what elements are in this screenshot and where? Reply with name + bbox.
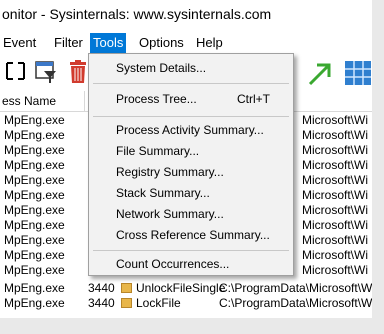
menu-item-process-tree[interactable]: Process Tree... Ctrl+T bbox=[89, 89, 293, 109]
highlight-filter-icon[interactable] bbox=[33, 59, 59, 85]
menu-item-file-summary[interactable]: File Summary... bbox=[89, 141, 293, 161]
menu-item-system-details[interactable]: System Details... bbox=[89, 58, 293, 78]
menu-separator bbox=[93, 116, 289, 117]
shortcut-label: Ctrl+T bbox=[237, 92, 270, 106]
capture-bracket-icon[interactable] bbox=[4, 59, 26, 83]
torn-edge-right bbox=[372, 0, 384, 334]
menu-bar: Event Filter Tools Options Help bbox=[0, 33, 372, 53]
menu-help[interactable]: Help bbox=[193, 33, 226, 53]
column-divider[interactable] bbox=[84, 91, 85, 111]
column-header-process-name[interactable]: ess Name bbox=[2, 94, 56, 108]
table-row[interactable]: MpEng.exe 3440 LockFile C:\ProgramData\M… bbox=[0, 296, 372, 311]
menu-filter[interactable]: Filter bbox=[51, 33, 86, 53]
menu-item-process-activity-summary[interactable]: Process Activity Summary... bbox=[89, 120, 293, 140]
torn-edge-bottom bbox=[0, 318, 384, 334]
filesystem-icon bbox=[121, 298, 132, 308]
menu-item-stack-summary[interactable]: Stack Summary... bbox=[89, 183, 293, 203]
window-title: onitor - Sysinternals: www.sysinternals.… bbox=[2, 6, 272, 22]
menu-item-count-occurrences[interactable]: Count Occurrences... bbox=[89, 254, 293, 274]
filesystem-icon bbox=[121, 283, 132, 293]
title-bar: onitor - Sysinternals: www.sysinternals.… bbox=[0, 0, 372, 30]
menu-item-registry-summary[interactable]: Registry Summary... bbox=[89, 162, 293, 182]
grid-icon[interactable] bbox=[343, 59, 372, 87]
menu-options[interactable]: Options bbox=[136, 33, 187, 53]
menu-tools[interactable]: Tools bbox=[90, 33, 127, 53]
table-row[interactable]: MpEng.exe 3440 UnlockFileSingle C:\Progr… bbox=[0, 281, 372, 296]
tools-dropdown-menu: System Details... Process Tree... Ctrl+T … bbox=[88, 53, 294, 276]
menu-item-network-summary[interactable]: Network Summary... bbox=[89, 204, 293, 224]
trash-icon[interactable] bbox=[67, 59, 89, 85]
menu-separator bbox=[93, 83, 289, 84]
process-monitor-window: onitor - Sysinternals: www.sysinternals.… bbox=[0, 0, 372, 318]
menu-item-cross-reference-summary[interactable]: Cross Reference Summary... bbox=[89, 225, 293, 245]
menu-separator bbox=[93, 250, 289, 251]
menu-event[interactable]: Event bbox=[0, 33, 39, 53]
jump-arrow-icon[interactable] bbox=[306, 59, 334, 87]
